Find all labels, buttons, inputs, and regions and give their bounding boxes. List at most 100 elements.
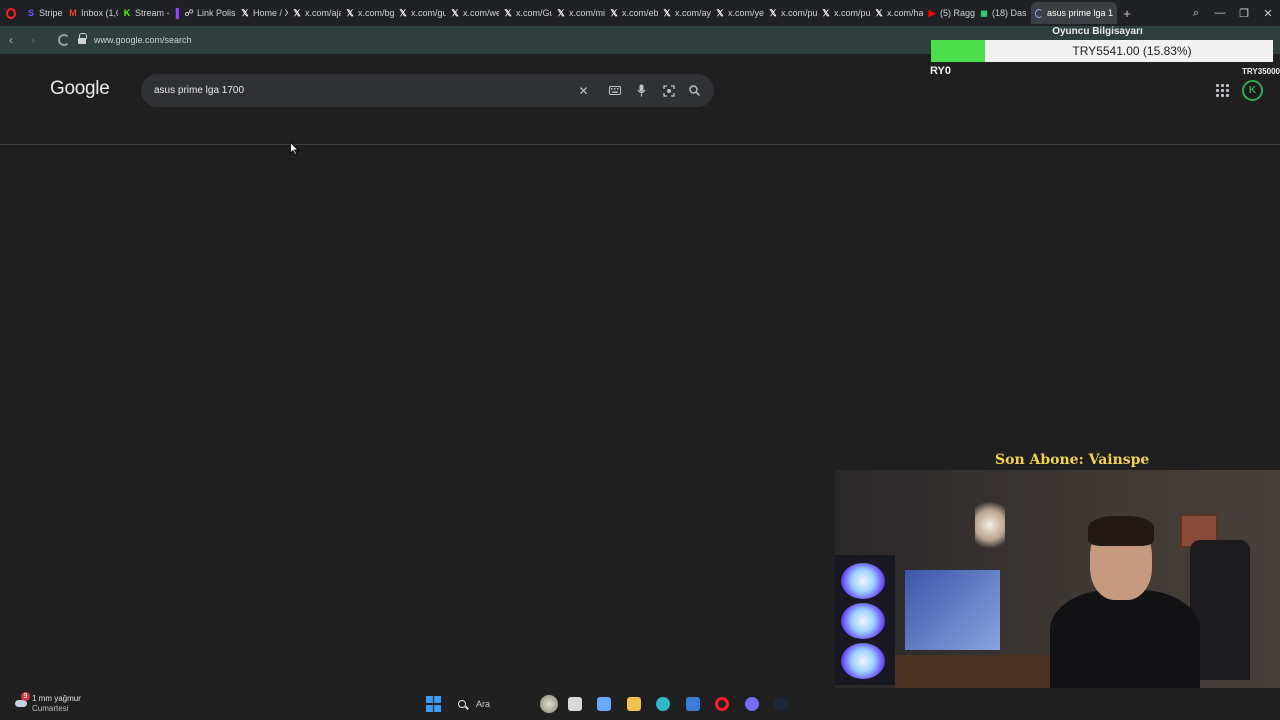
x-icon: 𝕏 [663, 7, 671, 18]
avatar[interactable]: K [1242, 80, 1263, 101]
tab-label: x.com/aja [305, 8, 341, 18]
task-view-icon[interactable] [560, 692, 590, 716]
tab-label: Stream - [135, 8, 170, 18]
keyboard-icon[interactable] [606, 82, 623, 99]
google-apps-icon[interactable] [1216, 84, 1229, 97]
close-icon: ✕ [578, 83, 589, 98]
tab[interactable]: 𝕏x.com/ha [870, 2, 923, 24]
search-box[interactable]: asus prime lga 1700 ✕ [141, 74, 714, 107]
tab-search-icon[interactable]: ⌕ [1184, 7, 1208, 20]
tab[interactable]: 𝕏x.com/we [446, 2, 499, 24]
tab-label: x.com/ye [728, 8, 764, 18]
cloud-icon: 9 [14, 692, 30, 710]
tab-label: x.com/bg [358, 8, 394, 18]
weather-condition: 1 mm yağmur [32, 694, 81, 703]
forward-button[interactable]: › [22, 33, 44, 47]
tab-label: (5) Ragg [940, 8, 975, 18]
edge-icon[interactable] [649, 692, 679, 716]
last-subscriber-label: Son Abone: Vainspe [995, 452, 1150, 468]
weather-widget[interactable]: 9 1 mm yağmur Cumartesi [14, 692, 81, 714]
tab[interactable]: ◼ (18) Dash [975, 2, 1027, 24]
donation-goal-widget: Oyuncu Bilgisayarı TRY5541.00 (15.83%) R… [930, 24, 1280, 80]
tab[interactable]: 𝕏x.com/pu [817, 2, 870, 24]
tab-active[interactable]: asus prime lga 1 [1031, 2, 1117, 24]
close-button[interactable]: ✕ [1256, 7, 1280, 20]
donation-title: Oyuncu Bilgisayarı [1052, 26, 1143, 37]
tab[interactable]: 𝕏 Home / X [236, 2, 288, 24]
tab[interactable]: 𝕏x.com/aja [288, 2, 341, 24]
tab-label: Inbox (1,0 [81, 8, 118, 18]
tab-label: Stripe Exp [39, 8, 64, 18]
taskbar-search[interactable]: Ara [452, 692, 560, 716]
tab[interactable]: 𝕏x.com/gu [394, 2, 446, 24]
tab-label: x.com/gu [411, 8, 446, 18]
screen: S Stripe ExpMInbox (1,0 K Stream - ▌☍Link P… [0, 0, 1280, 720]
kick-icon: K [123, 8, 131, 18]
x-icon: 𝕏 [451, 7, 459, 18]
tab[interactable]: 𝕏x.com/ay [658, 2, 711, 24]
opera-menu-button[interactable] [0, 0, 22, 26]
x-icon: 𝕏 [346, 7, 354, 18]
x-icon: 𝕏 [399, 7, 407, 18]
file-explorer-icon[interactable] [619, 692, 649, 716]
opera-icon [6, 7, 16, 19]
search-input[interactable]: asus prime lga 1700 [154, 85, 244, 96]
tab-label: x.com/pu [834, 8, 870, 18]
microphone-icon[interactable] [633, 82, 650, 99]
tab[interactable]: S Stripe Exp [22, 2, 64, 24]
tab[interactable]: 𝕏x.com/ye [711, 2, 764, 24]
discord-icon[interactable] [737, 692, 767, 716]
copilot-icon[interactable] [590, 692, 620, 716]
back-button[interactable]: ‹ [0, 33, 22, 47]
tab-list: S Stripe ExpMInbox (1,0 K Stream - ▌☍Link P… [22, 0, 1027, 26]
tab[interactable]: M Inbox (1,0 [64, 2, 118, 24]
restore-button[interactable]: ❐ [1232, 7, 1256, 20]
tab[interactable]: ▶ (5) Ragg [923, 2, 975, 24]
x-icon: 𝕏 [610, 7, 618, 18]
google-logo[interactable]: Google [50, 78, 110, 100]
x-icon: 𝕏 [293, 7, 301, 18]
dashboard-icon: ◼ [980, 7, 988, 18]
taskbar-items: Ara [424, 692, 796, 716]
tab-label: asus prime lga 1 [1046, 8, 1113, 18]
x-icon: 𝕏 [875, 7, 883, 18]
opera-icon[interactable] [708, 692, 738, 716]
search-icon[interactable] [686, 82, 703, 99]
pc-case [835, 555, 895, 685]
minimize-button[interactable]: — [1208, 7, 1232, 19]
donation-progress-bar: TRY5541.00 (15.83%) [931, 40, 1273, 62]
lock-icon[interactable] [78, 32, 87, 45]
tab[interactable]: ▌ [170, 2, 180, 24]
tab[interactable]: K Stream - [118, 2, 170, 24]
loading-spinner-icon [1035, 8, 1043, 18]
tab-label: (18) Dash [992, 8, 1027, 18]
reload-loading-icon[interactable] [58, 34, 70, 46]
donation-goal-label: TRY35000 [1242, 67, 1280, 76]
store-icon[interactable] [678, 692, 708, 716]
weather-badge: 9 [21, 692, 30, 701]
clear-button[interactable]: ✕ [575, 82, 592, 99]
url-field[interactable]: www.google.com/search [94, 35, 192, 45]
tab[interactable]: 𝕏x.com/eb [605, 2, 658, 24]
lens-icon[interactable] [660, 82, 677, 99]
tab-label: x.com/pu [781, 8, 817, 18]
search-icon [458, 700, 466, 708]
taskbar: 9 1 mm yağmur Cumartesi Ara [0, 688, 1280, 720]
new-tab-button[interactable]: + [1117, 2, 1137, 24]
tab[interactable]: 𝕏x.com/bg [341, 2, 394, 24]
pinned-apps [560, 692, 796, 716]
tab[interactable]: 𝕏x.com/mi [552, 2, 605, 24]
start-button[interactable] [426, 696, 442, 712]
mouse-cursor-icon [290, 142, 299, 155]
tab[interactable]: 𝕏x.com/pu [764, 2, 817, 24]
tab[interactable]: 𝕏x.com/Gu [499, 2, 552, 24]
tab-label: x.com/ha [887, 8, 923, 18]
x-icon: 𝕏 [557, 7, 565, 18]
stripe-icon: S [27, 8, 34, 18]
tab[interactable]: ☍ Link Polis [180, 2, 236, 24]
tab-label: x.com/we [463, 8, 499, 18]
donation-min-label: RY0 [930, 65, 951, 77]
steam-icon[interactable] [767, 692, 797, 716]
taskbar-search-label: Ara [476, 699, 491, 709]
tab-label: x.com/ay [675, 8, 711, 18]
